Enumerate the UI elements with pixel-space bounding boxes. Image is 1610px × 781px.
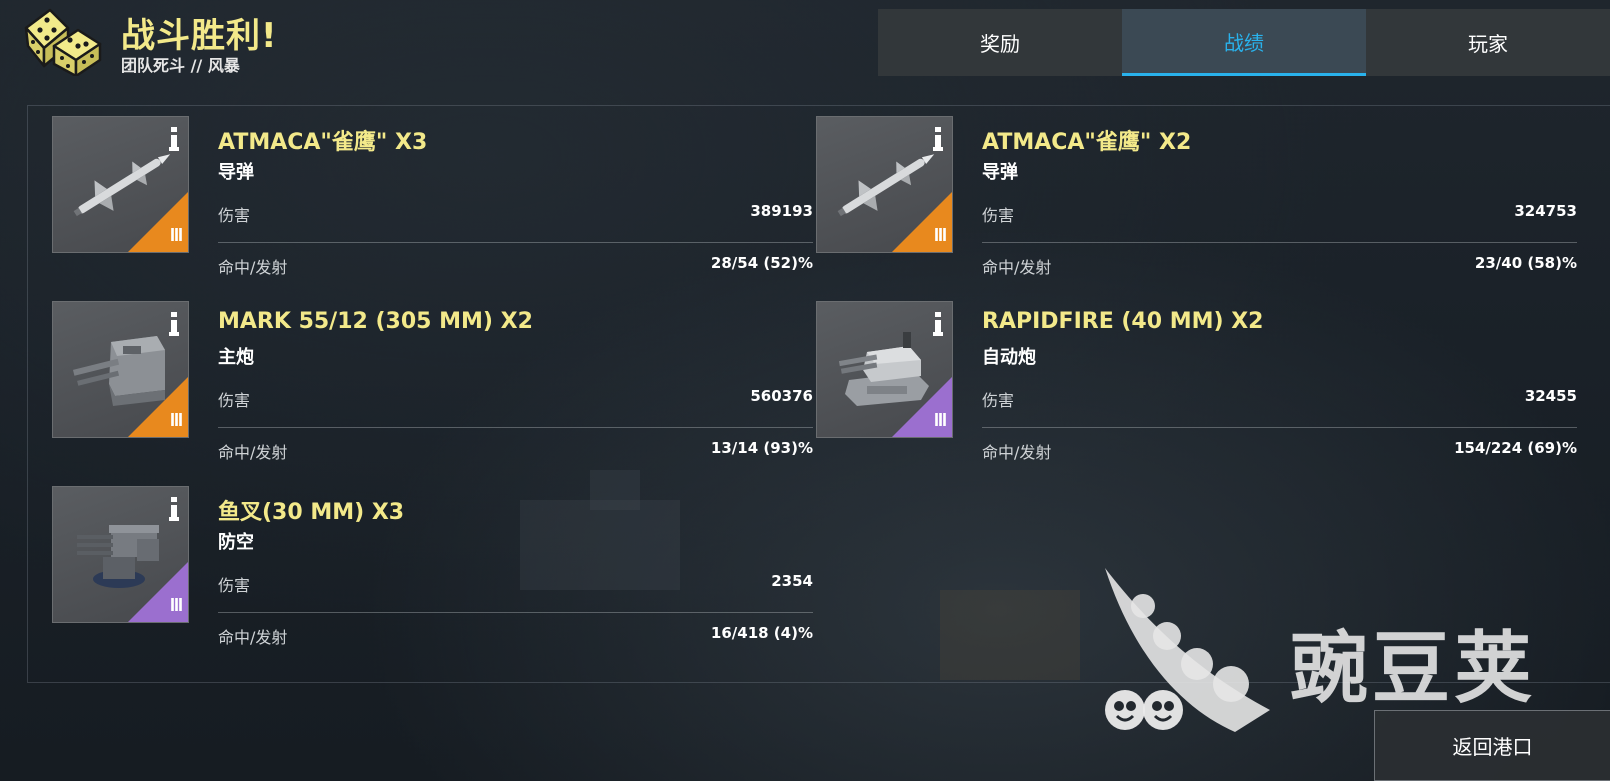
hits-row: 命中/发射 13/14 (93)% (218, 439, 813, 479)
damage-label: 伤害 (218, 576, 251, 595)
tier-label: III (933, 225, 947, 245)
return-to-port-button[interactable]: 返回港口 (1374, 710, 1610, 781)
hits-row: 命中/发射 16/418 (4)% (218, 624, 813, 664)
damage-value: 389193 (750, 202, 813, 220)
weapon-card: III ATMACA"雀鹰" X2 导弹 伤害 324753 命中/发射 23/… (816, 116, 1577, 277)
damage-value: 2354 (771, 572, 813, 590)
damage-row: 伤害 2354 (218, 572, 813, 613)
hits-value: 13/14 (93)% (710, 439, 813, 457)
hits-row: 命中/发射 23/40 (58)% (982, 254, 1577, 294)
weapon-name: RAPIDFIRE (40 MM) X2 (982, 309, 1264, 334)
hits-value: 16/418 (4)% (710, 624, 813, 642)
hits-row: 命中/发射 28/54 (52)% (218, 254, 813, 294)
hits-value: 23/40 (58)% (1474, 254, 1577, 272)
damage-label: 伤害 (218, 206, 251, 225)
tier-label: III (169, 225, 183, 245)
weapon-type: 自动炮 (982, 347, 1036, 368)
weapon-name: 鱼叉(30 MM) X3 (218, 500, 405, 525)
tier-label: III (933, 410, 947, 430)
info-icon[interactable] (933, 312, 943, 336)
weapon-card: III ATMACA"雀鹰" X3 导弹 伤害 389193 命中/发射 28/… (52, 116, 813, 277)
info-icon[interactable] (169, 312, 179, 336)
weapon-name: ATMACA"雀鹰" X3 (218, 130, 428, 155)
weapon-thumbnail[interactable]: III (816, 116, 953, 253)
hits-label: 命中/发射 (982, 443, 1052, 462)
dice-icon (24, 8, 102, 76)
damage-value: 560376 (750, 387, 813, 405)
info-icon[interactable] (169, 127, 179, 151)
hits-label: 命中/发射 (982, 258, 1052, 277)
weapon-thumbnail[interactable]: III (52, 486, 189, 623)
damage-row: 伤害 560376 (218, 387, 813, 428)
hits-label: 命中/发射 (218, 443, 288, 462)
info-icon[interactable] (933, 127, 943, 151)
page-title: 战斗胜利! (121, 16, 278, 56)
damage-row: 伤害 32455 (982, 387, 1577, 428)
weapon-card: III 鱼叉(30 MM) X3 防空 伤害 2354 命中/发射 16/418… (52, 486, 813, 647)
damage-row: 伤害 324753 (982, 202, 1577, 243)
damage-label: 伤害 (218, 391, 251, 410)
watermark-text: 豌豆荚 (1290, 624, 1537, 714)
hits-label: 命中/发射 (218, 628, 288, 647)
tier-label: III (169, 410, 183, 430)
tab-bar: 奖励 战绩 玩家 (878, 9, 1610, 76)
weapon-type: 导弹 (982, 162, 1018, 183)
hits-value: 154/224 (69)% (1454, 439, 1577, 457)
tab-combat-record[interactable]: 战绩 (1122, 9, 1366, 76)
damage-value: 32455 (1524, 387, 1577, 405)
hits-label: 命中/发射 (218, 258, 288, 277)
weapon-type: 主炮 (218, 347, 254, 368)
damage-label: 伤害 (982, 206, 1015, 225)
tab-players[interactable]: 玩家 (1366, 9, 1610, 76)
weapon-name: MARK 55/12 (305 MM) X2 (218, 309, 533, 334)
tier-label: III (169, 595, 183, 615)
info-icon[interactable] (169, 497, 179, 521)
damage-row: 伤害 389193 (218, 202, 813, 243)
weapon-thumbnail[interactable]: III (52, 301, 189, 438)
mode-subtitle: 团队死斗 // 风暴 (121, 56, 240, 75)
weapon-card: III MARK 55/12 (305 MM) X2 主炮 伤害 560376 … (52, 301, 813, 462)
tab-rewards[interactable]: 奖励 (878, 9, 1122, 76)
weapon-type: 导弹 (218, 162, 254, 183)
weapon-card: III RAPIDFIRE (40 MM) X2 自动炮 伤害 32455 命中… (816, 301, 1577, 462)
hits-row: 命中/发射 154/224 (69)% (982, 439, 1577, 479)
damage-label: 伤害 (982, 391, 1015, 410)
weapon-type: 防空 (218, 532, 254, 553)
damage-value: 324753 (1514, 202, 1577, 220)
weapon-thumbnail[interactable]: III (52, 116, 189, 253)
hits-value: 28/54 (52)% (710, 254, 813, 272)
weapon-name: ATMACA"雀鹰" X2 (982, 130, 1192, 155)
weapon-thumbnail[interactable]: III (816, 301, 953, 438)
